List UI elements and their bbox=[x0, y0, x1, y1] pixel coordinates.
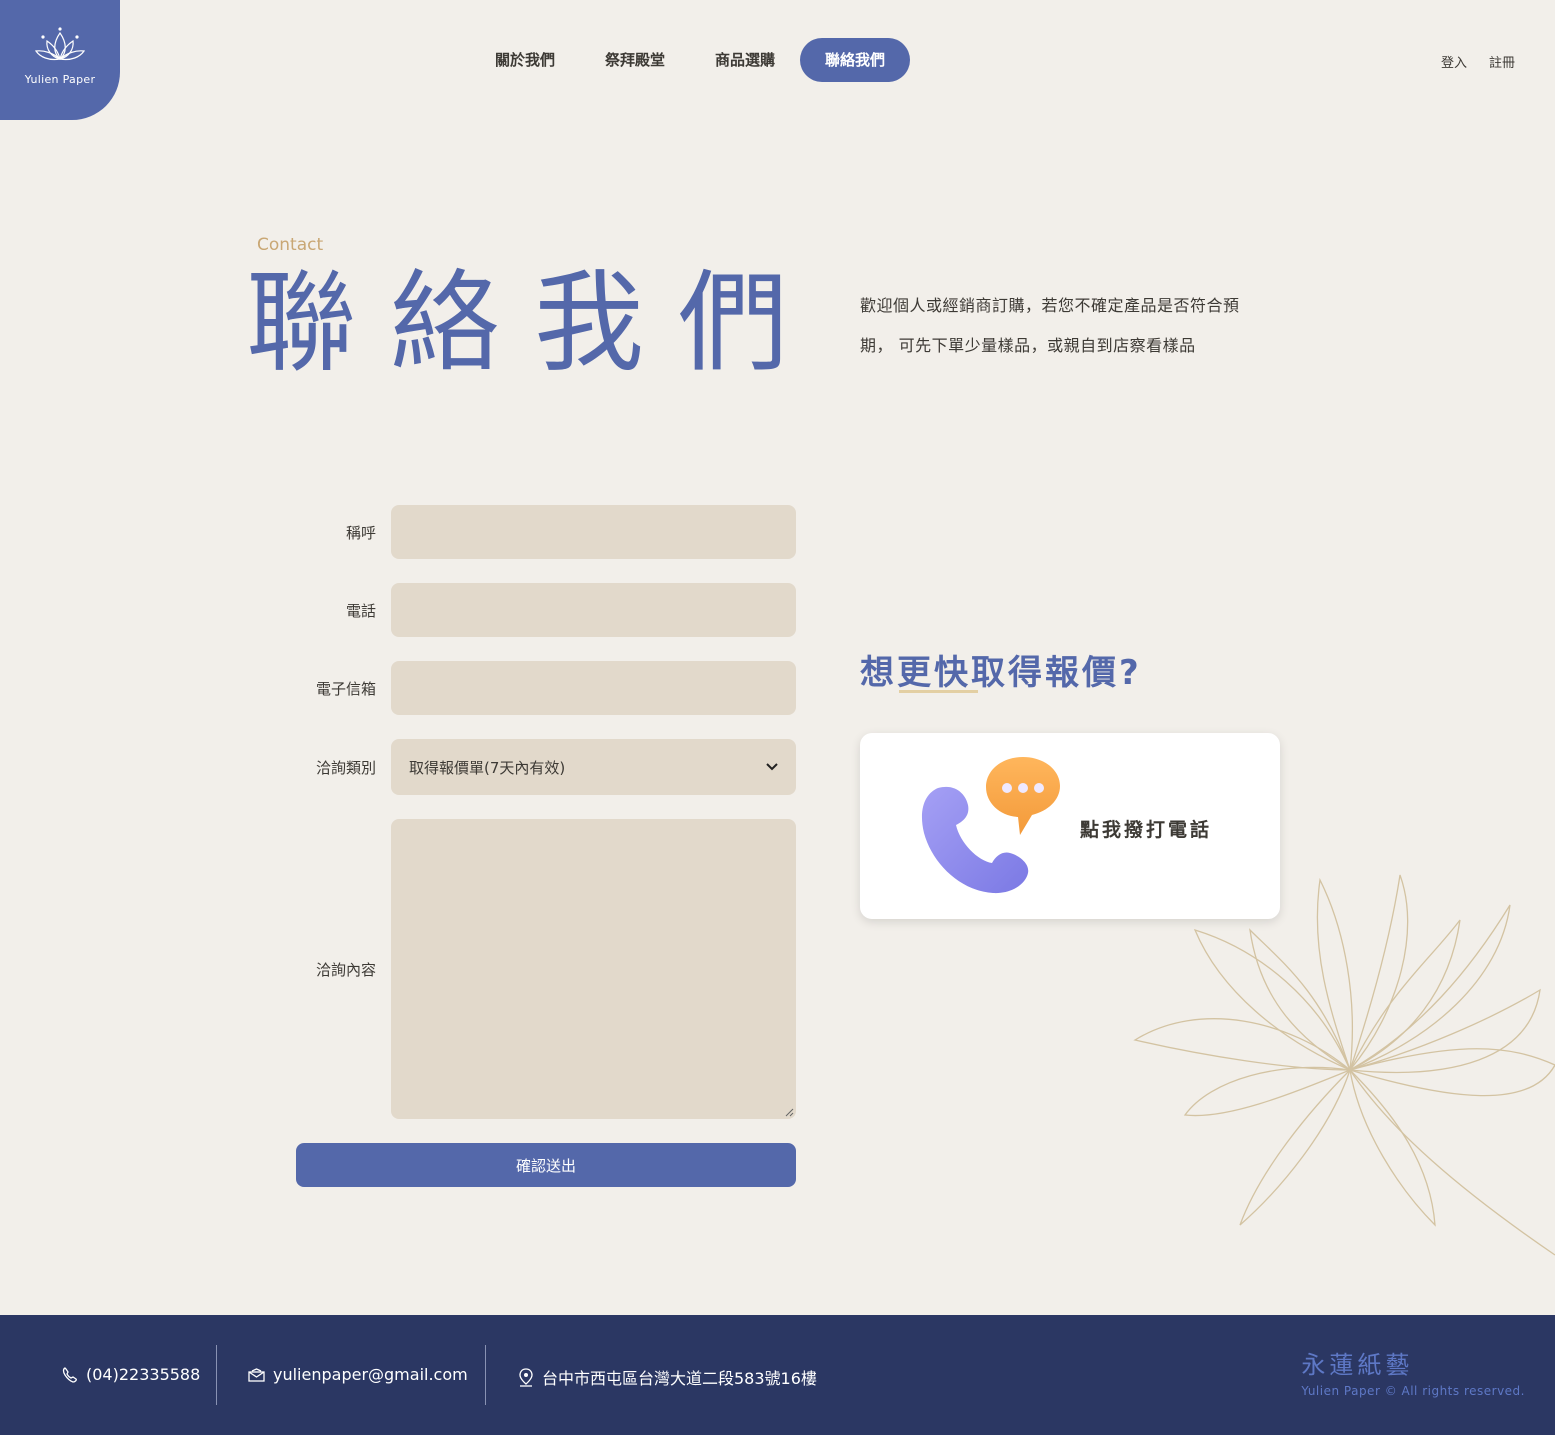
main-nav: 關於我們 祭拜殿堂 商品選購 聯絡我們 bbox=[470, 38, 911, 82]
email-label: 電子信箱 bbox=[315, 679, 376, 698]
location-pin-icon bbox=[519, 1367, 533, 1387]
email-input[interactable] bbox=[391, 661, 796, 715]
nav-item-shop[interactable]: 商品選購 bbox=[690, 38, 800, 82]
form-row-type: 洽詢類別 取得報價單(7天內有效) bbox=[296, 739, 796, 795]
intro-line-2: 期， 可先下單少量樣品，或親自到店察看樣品 bbox=[860, 336, 1196, 355]
footer-phone-text: (04)22335588 bbox=[86, 1365, 201, 1384]
heading-underline bbox=[899, 690, 978, 693]
inquiry-type-select[interactable]: 取得報價單(7天內有效) bbox=[391, 739, 796, 795]
name-label: 稱呼 bbox=[345, 523, 376, 542]
login-link[interactable]: 登入 bbox=[1441, 52, 1467, 71]
footer-address-text: 台中市西屯區台灣大道二段583號16樓 bbox=[542, 1369, 817, 1388]
phone-label: 電話 bbox=[345, 601, 376, 620]
call-label: 點我撥打電話 bbox=[1080, 819, 1213, 841]
nav-item-contact[interactable]: 聯絡我們 bbox=[800, 38, 911, 82]
logo[interactable]: Yulien Paper bbox=[0, 0, 120, 120]
name-input[interactable] bbox=[391, 505, 796, 559]
inquiry-type-label: 洽詢類別 bbox=[315, 758, 376, 777]
nav-item-about[interactable]: 關於我們 bbox=[470, 38, 580, 82]
form-row-phone: 電話 bbox=[296, 583, 796, 637]
footer-divider bbox=[216, 1345, 217, 1405]
inquiry-type-value: 取得報價單(7天內有效) bbox=[409, 758, 566, 777]
phone-icon bbox=[62, 1366, 77, 1383]
footer-brand-name: 永蓮紙藝 bbox=[1301, 1351, 1414, 1379]
footer-address[interactable]: 台中市西屯區台灣大道二段583號16樓 bbox=[518, 1365, 817, 1389]
footer-email-text: yulienpaper@gmail.com bbox=[273, 1365, 468, 1384]
form-row-name: 稱呼 bbox=[296, 505, 796, 559]
logo-text: Yulien Paper bbox=[24, 72, 96, 86]
footer-phone[interactable]: (04)22335588 bbox=[62, 1365, 200, 1384]
quote-heading: 想更快取得報價? bbox=[860, 653, 1142, 693]
footer: (04)22335588 yulienpaper@gmail.com 台中市西屯… bbox=[0, 1315, 1555, 1435]
lotus-decoration-icon bbox=[1133, 874, 1555, 1256]
mail-icon bbox=[248, 1367, 265, 1382]
chevron-down-icon bbox=[766, 763, 778, 771]
intro-line-1: 歡迎個人或經銷商訂購，若您不確定產品是否符合預 bbox=[860, 296, 1240, 315]
auth-links: 登入 註冊 bbox=[1441, 52, 1515, 71]
submit-button[interactable]: 確認送出 bbox=[296, 1143, 796, 1187]
footer-copyright: Yulien Paper © All rights reserved. bbox=[1301, 1384, 1525, 1398]
contact-form: 稱呼 電話 電子信箱 洽詢類別 取得報價單(7天內有效) 洽詢內容 確認送出 bbox=[296, 505, 796, 1187]
inquiry-content-label: 洽詢內容 bbox=[315, 960, 376, 979]
register-link[interactable]: 註冊 bbox=[1489, 52, 1515, 71]
nav-item-worship-hall[interactable]: 祭拜殿堂 bbox=[580, 38, 690, 82]
form-row-email: 電子信箱 bbox=[296, 661, 796, 715]
lotus-logo-icon bbox=[34, 26, 86, 60]
footer-brand: 永蓮紙藝 Yulien Paper © All rights reserved. bbox=[1301, 1345, 1525, 1398]
inquiry-content-textarea[interactable] bbox=[391, 819, 796, 1119]
page-title: 聯絡我們 bbox=[246, 259, 822, 387]
form-row-content: 洽詢內容 bbox=[296, 819, 796, 1119]
footer-divider bbox=[485, 1345, 486, 1405]
section-eyebrow: Contact bbox=[257, 235, 324, 255]
phone-chat-icon bbox=[921, 757, 1060, 894]
resize-grip-icon[interactable] bbox=[784, 1107, 794, 1117]
footer-email[interactable]: yulienpaper@gmail.com bbox=[248, 1365, 468, 1384]
intro-text: 歡迎個人或經銷商訂購，若您不確定產品是否符合預 期， 可先下單少量樣品，或親自到… bbox=[860, 286, 1300, 366]
phone-input[interactable] bbox=[391, 583, 796, 637]
